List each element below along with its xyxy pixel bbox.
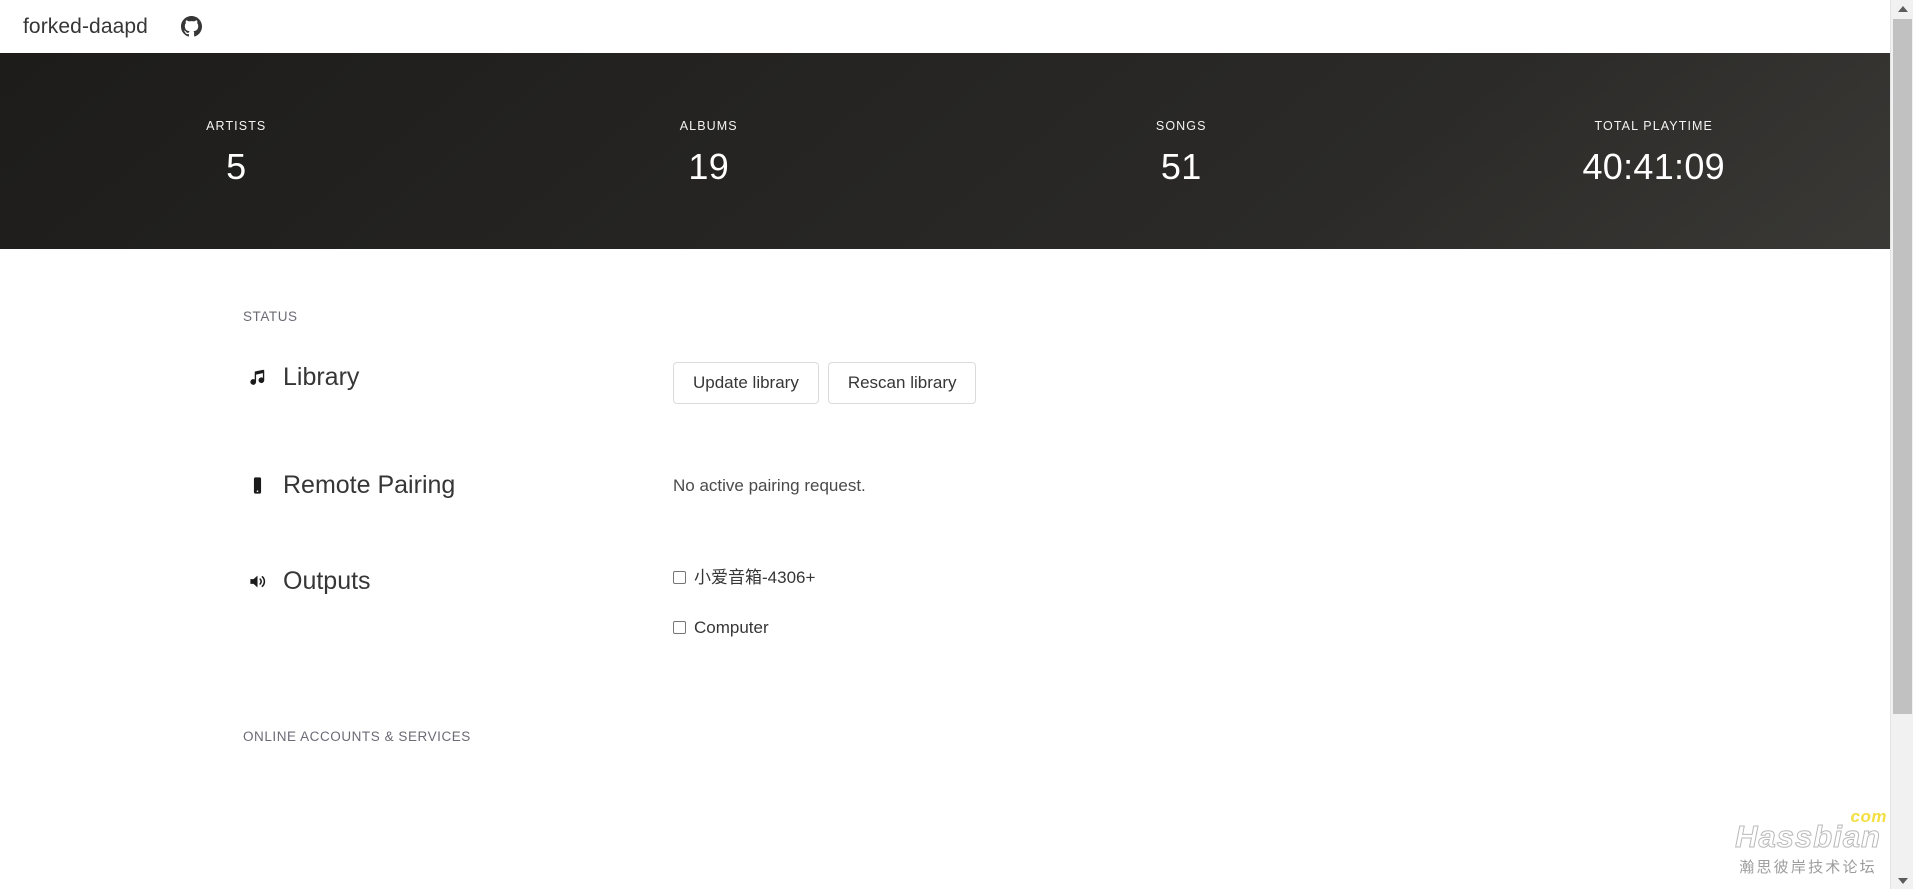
stat-total-playtime: TOTAL PLAYTIME 40:41:09: [1418, 113, 1891, 189]
update-library-button[interactable]: Update library: [673, 362, 819, 405]
stats-row: ARTISTS 5 ALBUMS 19 SONGS 51 TOTAL PLAYT…: [0, 113, 1890, 189]
rescan-library-button[interactable]: Rescan library: [827, 362, 977, 405]
volume-up-icon: [243, 572, 271, 591]
remote-pairing-row-body: No active pairing request.: [673, 466, 1890, 498]
watermark-subtitle: 瀚思彼岸技术论坛: [1739, 859, 1877, 876]
pairing-status-message: No active pairing request.: [673, 476, 866, 496]
outputs-row-body: 小爱音箱-4306+ Computer: [673, 562, 1890, 639]
library-action-buttons: Update library Rescan library: [673, 362, 1890, 405]
library-label-text: Library: [283, 363, 360, 391]
outputs-label-text: Outputs: [283, 567, 371, 596]
remote-pairing-row-label: Remote Pairing: [243, 466, 673, 500]
settings-content: STATUS Library Update library Rescan lib…: [0, 249, 1890, 744]
caret-up-icon[interactable]: [1891, 0, 1913, 17]
stat-albums-label: ALBUMS: [679, 119, 738, 133]
scrollbar-thumb[interactable]: [1893, 19, 1912, 714]
library-stats-banner: ARTISTS 5 ALBUMS 19 SONGS 51 TOTAL PLAYT…: [0, 53, 1890, 249]
watermark-main-text: Hassbian com: [1735, 808, 1887, 855]
output-device-label-xiaoai: 小爱音箱-4306+: [694, 568, 816, 588]
remote-pairing-row: Remote Pairing No active pairing request…: [243, 466, 1890, 500]
caret-down-icon[interactable]: [1891, 872, 1913, 889]
stat-artists: ARTISTS 5: [0, 113, 473, 189]
vertical-scrollbar[interactable]: [1890, 0, 1913, 889]
watermark-brand: Hassbian: [1735, 819, 1881, 855]
top-navbar: forked-daapd: [0, 0, 1890, 53]
output-device-checkbox-computer[interactable]: [673, 621, 686, 635]
output-device-item[interactable]: Computer: [673, 616, 1890, 639]
stat-albums: ALBUMS 19: [473, 113, 946, 189]
stat-albums-value: 19: [688, 146, 730, 187]
stat-artists-value: 5: [226, 146, 247, 187]
github-icon[interactable]: [172, 7, 212, 47]
stat-songs: SONGS 51: [945, 113, 1418, 189]
online-accounts-section-title: ONLINE ACCOUNTS & SERVICES: [243, 729, 471, 745]
library-row: Library Update library Rescan library: [243, 358, 1890, 405]
forum-watermark: Hassbian com 瀚思彼岸技术论坛: [1735, 808, 1887, 877]
stat-total-playtime-value: 40:41:09: [1582, 146, 1726, 187]
library-row-body: Update library Rescan library: [673, 358, 1890, 405]
page-root: forked-daapd ARTISTS 5 ALBUMS 19 SONGS 5…: [0, 0, 1913, 889]
music-note-icon: [243, 368, 271, 387]
outputs-row: Outputs 小爱音箱-4306+ Computer: [243, 562, 1890, 639]
output-device-checkbox-xiaoai[interactable]: [673, 571, 686, 585]
stat-songs-value: 51: [1160, 146, 1202, 187]
watermark-tld: com: [1850, 807, 1887, 827]
outputs-row-label: Outputs: [243, 562, 673, 596]
status-section-title: STATUS: [243, 309, 298, 324]
stat-songs-label: SONGS: [1155, 119, 1207, 133]
remote-pairing-label-text: Remote Pairing: [283, 471, 456, 500]
output-device-item[interactable]: 小爱音箱-4306+: [673, 566, 1890, 589]
stat-total-playtime-label: TOTAL PLAYTIME: [1594, 119, 1713, 133]
output-device-label-computer: Computer: [694, 618, 769, 638]
library-row-label: Library: [243, 358, 673, 392]
mobile-phone-icon: [243, 476, 271, 495]
app-brand-title[interactable]: forked-daapd: [11, 15, 160, 39]
stat-artists-label: ARTISTS: [206, 119, 267, 133]
